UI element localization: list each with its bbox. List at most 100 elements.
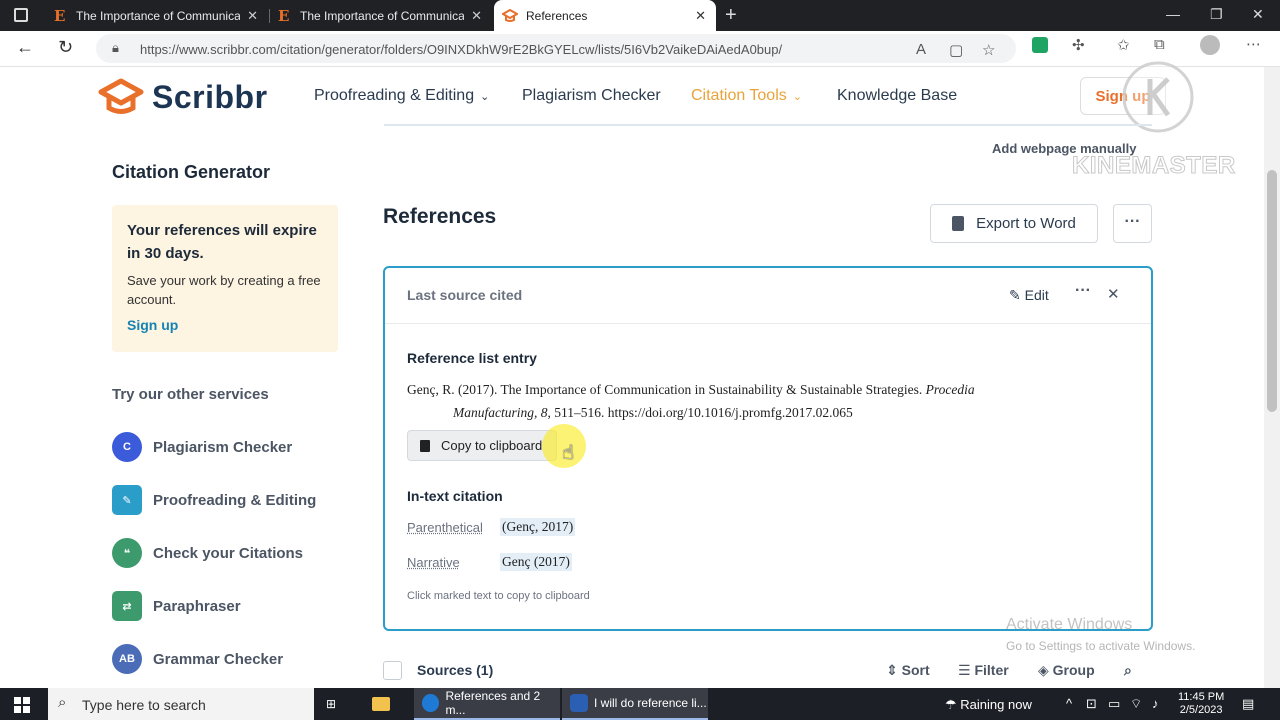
tab-3-active[interactable]: References ✕ (494, 0, 716, 31)
logo-text: Scribbr (152, 78, 268, 115)
scribbr-logo-icon (98, 78, 144, 114)
close-tab-icon[interactable]: ✕ (695, 8, 706, 24)
narrative-citation[interactable]: Genç (2017) (500, 553, 572, 571)
scribbr-logo[interactable]: Scribbr (98, 77, 268, 117)
hand-cursor-icon: ☝ (562, 442, 575, 464)
group-icon: ◈ (1038, 662, 1053, 678)
site-header: Scribbr Proofreading & Editing ⌄ Plagiari… (0, 61, 1264, 133)
export-label: Export to Word (976, 215, 1076, 232)
pencil-icon: ✎ (1009, 287, 1025, 303)
filter-icon: ☰ (958, 662, 975, 678)
service-plagiarism-checker[interactable]: C Plagiarism Checker (112, 432, 292, 462)
network-icon[interactable]: ⊡ (1086, 696, 1097, 712)
reader-view-icon[interactable]: ▢ (949, 41, 963, 59)
search-icon[interactable]: ⌕ (1124, 662, 1132, 679)
volume-icon[interactable]: ♪ (1152, 696, 1159, 711)
sidebar-sign-up-link[interactable]: Sign up (127, 317, 323, 333)
extensions-puzzle-icon[interactable]: ✣ (1072, 36, 1085, 54)
favorites-icon[interactable]: ✩ (1117, 36, 1130, 54)
service-check-citations[interactable]: ❝ Check your Citations (112, 538, 303, 568)
url-text[interactable]: https://www.scribbr.com/citation/generat… (140, 42, 782, 57)
nav-label: Citation Tools (691, 87, 787, 104)
check-citations-icon: ❝ (112, 538, 142, 568)
minimize-icon[interactable]: — (1166, 6, 1180, 22)
scribbr-favicon-icon (502, 8, 518, 22)
sort-label: Sort (901, 662, 930, 678)
narrative-label[interactable]: Narrative (407, 555, 460, 570)
tab-label: References (526, 8, 588, 23)
taskbar-app-word[interactable]: I will do reference li... (562, 688, 708, 720)
close-tab-icon[interactable]: ✕ (471, 8, 482, 24)
parenthetical-citation[interactable]: (Genç, 2017) (500, 518, 576, 536)
clock[interactable]: 11:45 PM 2/5/2023 (1178, 691, 1224, 717)
select-all-checkbox[interactable] (383, 661, 402, 680)
windows-start-icon[interactable] (14, 697, 30, 713)
back-icon[interactable]: ← (16, 37, 34, 58)
new-tab-icon[interactable]: + (725, 4, 737, 27)
wifi-icon[interactable]: ⌔ (1130, 696, 1142, 712)
nav-label: Proofreading & Editing (314, 87, 475, 104)
file-explorer-icon[interactable] (372, 688, 398, 720)
nav-label: Plagiarism Checker (522, 87, 661, 104)
weather-widget[interactable]: ☂ Raining now (945, 697, 1032, 713)
close-tab-icon[interactable]: ✕ (247, 8, 258, 24)
profile-avatar[interactable] (1200, 35, 1220, 55)
settings-more-icon[interactable]: ⋯ (1246, 35, 1261, 53)
reference-line-2: Manufacturing, 8, 511–516. https://doi.o… (453, 405, 853, 420)
sort-button[interactable]: ⇕ Sort (886, 662, 930, 679)
service-label: Proofreading & Editing (153, 491, 317, 509)
tab-1[interactable]: E The Importance of Communicatio ✕ (46, 0, 268, 31)
collections-icon[interactable]: ⧉ (1154, 36, 1165, 53)
activate-windows-title: Activate Windows (1006, 616, 1133, 633)
nav-plagiarism[interactable]: Plagiarism Checker (522, 87, 661, 105)
close-icon[interactable]: ✕ (1107, 285, 1120, 303)
tab-actions-icon[interactable] (14, 8, 28, 22)
scrollbar-thumb[interactable] (1267, 170, 1277, 412)
activate-windows-subtitle: Go to Settings to activate Windows. (1006, 639, 1196, 653)
more-options-button[interactable]: ··· (1113, 204, 1152, 243)
restore-icon[interactable]: ❐ (1210, 6, 1223, 23)
export-to-word-button[interactable]: Export to Word (930, 204, 1098, 243)
expire-heading: Your references will expire in 30 days. (127, 222, 317, 262)
reference-entry[interactable]: Genç, R. (2017). The Importance of Commu… (407, 378, 1067, 424)
tab-2[interactable]: E The Importance of Communicatio ✕ (270, 0, 492, 31)
group-button[interactable]: ◈ Group (1038, 662, 1095, 679)
copy-label: Copy to clipboard (441, 438, 543, 453)
sources-count: Sources (1) (417, 662, 494, 678)
favorite-add-icon[interactable]: ☆ (982, 41, 995, 59)
read-aloud-icon[interactable]: A (916, 41, 926, 58)
taskbar-search-field[interactable]: ⌕ Type here to search (48, 688, 314, 720)
card-more-icon[interactable]: ··· (1075, 282, 1091, 300)
service-label: Grammar Checker (153, 650, 284, 668)
nav-proofreading[interactable]: Proofreading & Editing ⌄ (314, 87, 489, 105)
word-icon (570, 694, 588, 712)
chevron-down-icon: ⌄ (480, 91, 490, 103)
close-window-icon[interactable]: ✕ (1252, 6, 1264, 23)
url-field[interactable]: 🔒︎ https://www.scribbr.com/citation/gene… (96, 34, 1016, 63)
nav-citation-tools[interactable]: Citation Tools ⌄ (691, 87, 802, 105)
paraphraser-icon: ⇄ (112, 591, 142, 621)
reference-pages-doi: , 511–516. https://doi.org/10.1016/j.pro… (547, 405, 853, 420)
filter-button[interactable]: ☰ Filter (958, 662, 1009, 679)
notifications-icon[interactable]: ▤ (1242, 696, 1254, 712)
task-view-icon[interactable]: ⊞ (326, 688, 348, 720)
tab-favicon: E (54, 6, 66, 25)
address-bar-row: ← ↻ 🔒︎ https://www.scribbr.com/citation/… (0, 31, 1280, 67)
service-proofreading[interactable]: ✎ Proofreading & Editing (112, 485, 316, 515)
lock-icon: 🔒︎ (112, 40, 119, 55)
extension-icon[interactable] (1032, 37, 1048, 53)
service-grammar-checker[interactable]: AB Grammar Checker (112, 644, 283, 674)
chevron-up-icon[interactable]: ^ (1066, 696, 1072, 711)
battery-icon[interactable]: ▭ (1108, 696, 1120, 712)
taskbar-app-edge[interactable]: References and 2 m... (414, 688, 560, 720)
service-label: Paraphraser (153, 597, 241, 615)
refresh-icon[interactable]: ↻ (58, 37, 73, 58)
edit-button[interactable]: ✎ Edit (1009, 287, 1049, 304)
parenthetical-label[interactable]: Parenthetical (407, 520, 483, 535)
proofreading-icon: ✎ (112, 485, 142, 515)
nav-knowledge-base[interactable]: Knowledge Base (837, 87, 957, 105)
reference-text: Genç, R. (2017). The Importance of Commu… (407, 382, 923, 397)
copy-to-clipboard-button[interactable]: Copy to clipboard (407, 430, 557, 461)
service-paraphraser[interactable]: ⇄ Paraphraser (112, 591, 241, 621)
reference-journal-cont: Manufacturing (453, 405, 534, 420)
